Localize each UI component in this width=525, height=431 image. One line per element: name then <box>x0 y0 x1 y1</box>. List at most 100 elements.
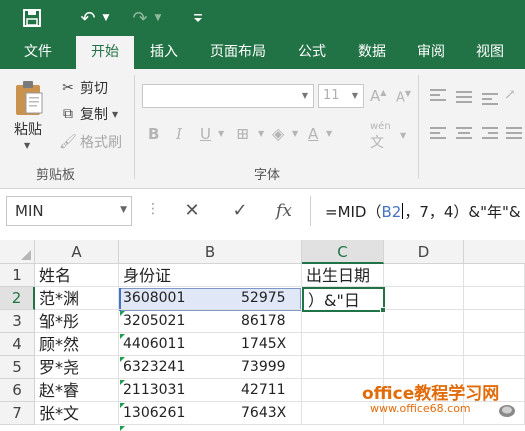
orientation-icon[interactable]: ↗ <box>504 87 516 103</box>
cell-d4[interactable] <box>384 333 464 356</box>
tab-file[interactable]: 文件 <box>10 36 66 69</box>
save-icon[interactable] <box>20 6 44 30</box>
row-header-4[interactable]: 4 <box>0 333 35 356</box>
copy-button[interactable]: ⧉ 复制 ▼ <box>58 104 118 124</box>
row-header-3[interactable]: 3 <box>0 310 35 333</box>
row-header-7[interactable]: 7 <box>0 402 35 425</box>
fill-handle[interactable] <box>380 307 386 313</box>
error-indicator-icon[interactable] <box>120 403 125 408</box>
cell-d2[interactable] <box>384 287 464 310</box>
column-header-b[interactable]: B <box>119 240 302 264</box>
cell-a6[interactable]: 赵*睿 <box>35 379 119 402</box>
cell-d1[interactable] <box>384 264 464 287</box>
row-header-1[interactable]: 1 <box>0 264 35 287</box>
error-indicator-icon[interactable] <box>120 357 125 362</box>
cell-a3[interactable]: 邹*彤 <box>35 310 119 333</box>
resize-handle-icon[interactable]: ⋮ <box>146 201 160 217</box>
borders-dropdown-icon[interactable]: ▼ <box>258 129 264 138</box>
cell-c5[interactable] <box>302 356 384 379</box>
decrease-indent-icon[interactable] <box>506 127 522 139</box>
font-color-dropdown-icon[interactable]: ▼ <box>326 129 332 138</box>
error-indicator-icon[interactable] <box>120 426 125 431</box>
cell-e4[interactable] <box>464 333 525 356</box>
paste-icon[interactable] <box>14 79 44 117</box>
cell-d3[interactable] <box>384 310 464 333</box>
cell-b2[interactable]: 3608001 52975 <box>119 287 302 310</box>
tab-view[interactable]: 视图 <box>464 36 516 69</box>
undo-dropdown-icon[interactable]: ▼ <box>100 6 112 30</box>
cell-c4[interactable] <box>302 333 384 356</box>
cell-e5[interactable] <box>464 356 525 379</box>
align-right-icon[interactable] <box>482 127 498 139</box>
column-header-e[interactable] <box>464 240 525 264</box>
row-header-6[interactable]: 6 <box>0 379 35 402</box>
cut-button[interactable]: ✂ 剪切 <box>58 78 108 98</box>
paste-button[interactable]: 粘贴 <box>14 119 42 139</box>
cell-b4[interactable]: 4406011 1745X <box>119 333 302 356</box>
row-header-5[interactable]: 5 <box>0 356 35 379</box>
font-size-combobox[interactable]: 11 ▼ <box>318 84 364 108</box>
tab-home[interactable]: 开始 <box>76 36 134 69</box>
increase-font-size-icon[interactable]: A▲ <box>370 87 386 105</box>
redo-icon[interactable]: ↷ <box>128 6 152 30</box>
cell-e1[interactable] <box>464 264 525 287</box>
name-box[interactable]: MIN ▼ <box>6 196 132 226</box>
error-indicator-icon[interactable] <box>120 334 125 339</box>
formula-input[interactable]: =MID（B2 ，7，4）&"年"& <box>310 196 525 226</box>
cell-c1[interactable]: 出生日期 <box>302 264 384 287</box>
cell-b7[interactable]: 1306261 7643X <box>119 402 302 425</box>
bold-icon[interactable]: B <box>148 125 159 143</box>
row-header-2[interactable]: 2 <box>0 287 35 310</box>
cell-a5[interactable]: 罗*尧 <box>35 356 119 379</box>
chevron-down-icon[interactable]: ▼ <box>347 85 363 107</box>
underline-dropdown-icon[interactable]: ▼ <box>218 129 224 138</box>
phonetic-dropdown-icon[interactable]: ▼ <box>400 131 406 140</box>
phonetic-guide-icon[interactable]: wén 文 <box>370 121 391 152</box>
cell-a2[interactable]: 范*渊 <box>35 287 119 310</box>
font-color-icon[interactable]: A <box>308 125 318 143</box>
customize-quick-access-icon[interactable] <box>190 6 206 30</box>
cancel-icon[interactable]: ✕ <box>178 197 206 225</box>
column-header-c[interactable]: C <box>302 240 384 264</box>
insert-function-icon[interactable]: fx <box>270 197 298 225</box>
column-header-d[interactable]: D <box>384 240 464 264</box>
italic-icon[interactable]: I <box>176 125 182 143</box>
tab-insert[interactable]: 插入 <box>138 36 190 69</box>
align-center-icon[interactable] <box>456 127 472 139</box>
cell-b3[interactable]: 3205021 86178 <box>119 310 302 333</box>
cell-b5[interactable]: 6323241 73999 <box>119 356 302 379</box>
font-name-combobox[interactable]: ▼ <box>142 84 314 108</box>
underline-icon[interactable]: U <box>200 125 211 143</box>
top-align-icon[interactable] <box>430 89 446 101</box>
decrease-font-size-icon[interactable]: A▼ <box>396 89 411 105</box>
paste-dropdown-icon[interactable]: ▼ <box>24 141 30 150</box>
fill-color-dropdown-icon[interactable]: ▼ <box>292 129 298 138</box>
redo-dropdown-icon[interactable]: ▼ <box>152 6 164 30</box>
middle-align-icon[interactable] <box>456 91 472 103</box>
error-indicator-icon[interactable] <box>120 311 125 316</box>
cell-d5[interactable] <box>384 356 464 379</box>
tab-formulas[interactable]: 公式 <box>288 36 336 69</box>
error-indicator-icon[interactable] <box>120 380 125 385</box>
cell-a1[interactable]: 姓名 <box>35 264 119 287</box>
undo-icon[interactable]: ↶ <box>76 6 100 30</box>
bottom-align-icon[interactable] <box>482 93 498 105</box>
tab-review[interactable]: 审阅 <box>406 36 456 69</box>
chevron-down-icon[interactable]: ▼ <box>120 205 127 215</box>
cell-c3[interactable] <box>302 310 384 333</box>
cell-e2[interactable] <box>464 287 525 310</box>
chevron-down-icon[interactable]: ▼ <box>297 85 313 107</box>
format-painter-button[interactable]: 🖌 格式刷 <box>58 132 122 152</box>
cell-b1[interactable]: 身份证 <box>119 264 302 287</box>
cell-a7[interactable]: 张*文 <box>35 402 119 425</box>
tab-page-layout[interactable]: 页面布局 <box>196 36 280 69</box>
cell-b6[interactable]: 2113031 42711 <box>119 379 302 402</box>
enter-checkmark-icon[interactable]: ✓ <box>226 197 254 225</box>
select-all-button[interactable] <box>0 240 35 264</box>
cell-e3[interactable] <box>464 310 525 333</box>
align-left-icon[interactable] <box>430 127 446 139</box>
cell-a4[interactable]: 顾*然 <box>35 333 119 356</box>
copy-dropdown-icon[interactable]: ▼ <box>112 110 118 119</box>
fill-color-icon[interactable]: ◈ <box>272 124 284 143</box>
column-header-a[interactable]: A <box>35 240 119 264</box>
